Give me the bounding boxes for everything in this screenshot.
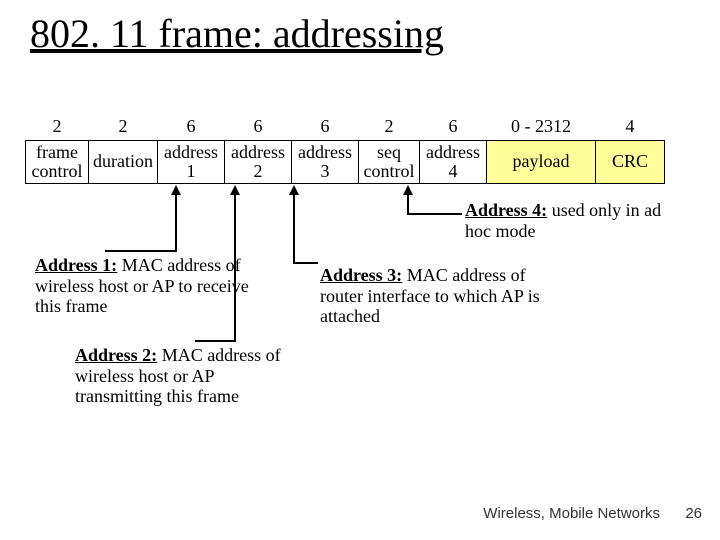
field-addr4: address4	[420, 140, 487, 183]
note-address2: Address 2: MAC address of wireless host …	[75, 345, 305, 407]
bytes-addr3: 6	[292, 115, 359, 140]
field-addr2: address2	[225, 140, 292, 183]
note-address1: Address 1: MAC address of wireless host …	[35, 255, 265, 317]
bytes-payload: 0 - 2312	[487, 115, 596, 140]
field-frame-control: framecontrol	[26, 140, 89, 183]
bytes-addr2: 6	[225, 115, 292, 140]
frame-structure-table: 2 2 6 6 6 2 6 0 - 2312 4 framecontrol du…	[25, 115, 665, 184]
arrow-line	[105, 250, 177, 252]
field-addr1: address1	[158, 140, 225, 183]
note-label: Address 1:	[35, 255, 117, 275]
footer-text: Wireless, Mobile Networks	[483, 505, 660, 522]
bytes-crc: 4	[596, 115, 665, 140]
note-label: Address 3:	[320, 265, 402, 285]
arrow-icon	[230, 185, 240, 195]
bytes-addr4: 6	[420, 115, 487, 140]
arrow-line	[175, 195, 177, 250]
arrow-line	[293, 262, 318, 264]
arrow-line	[407, 195, 409, 213]
note-address4: Address 4: used only in ad hoc mode	[465, 200, 680, 241]
bytes-seq: 2	[359, 115, 420, 140]
field-name-row: framecontrol duration address1 address2 …	[26, 140, 665, 183]
arrow-line	[407, 213, 462, 215]
page-title: 802. 11 frame: addressing	[30, 10, 444, 57]
field-crc: CRC	[596, 140, 665, 183]
note-address3: Address 3: MAC address of router interfa…	[320, 265, 545, 327]
arrow-icon	[171, 185, 181, 195]
arrow-icon	[289, 185, 299, 195]
field-seq: seqcontrol	[359, 140, 420, 183]
bytes-addr1: 6	[158, 115, 225, 140]
field-duration: duration	[89, 140, 158, 183]
field-addr3: address3	[292, 140, 359, 183]
arrow-line	[195, 340, 236, 342]
bytes-duration: 2	[89, 115, 158, 140]
note-label: Address 4:	[465, 200, 547, 220]
arrow-line	[293, 195, 295, 262]
byte-count-row: 2 2 6 6 6 2 6 0 - 2312 4	[26, 115, 665, 140]
arrow-icon	[403, 185, 413, 195]
field-payload: payload	[487, 140, 596, 183]
bytes-frame-control: 2	[26, 115, 89, 140]
note-label: Address 2:	[75, 345, 157, 365]
page-number: 26	[685, 505, 702, 522]
slide: 802. 11 frame: addressing 2 2 6 6 6 2 6 …	[0, 0, 720, 540]
